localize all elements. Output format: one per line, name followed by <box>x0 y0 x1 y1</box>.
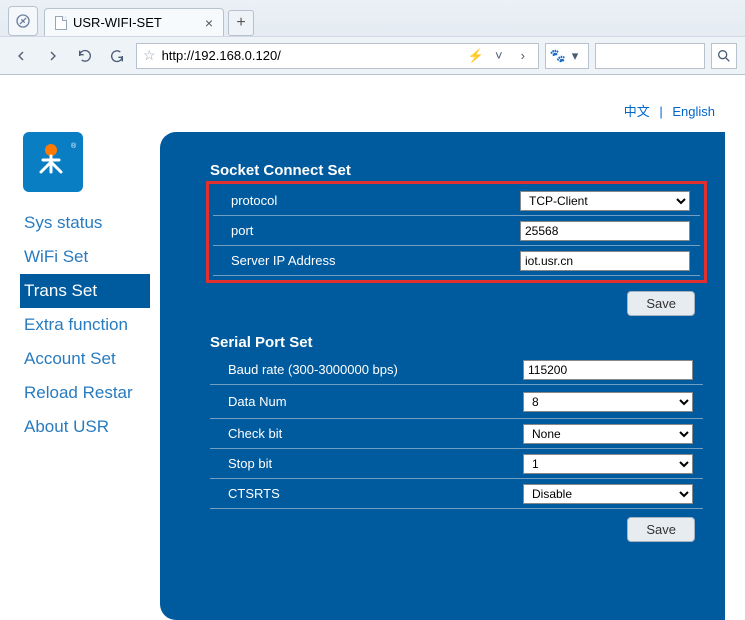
datanum-label: Data Num <box>210 394 523 409</box>
svg-text:®: ® <box>71 142 77 150</box>
lang-separator: | <box>659 104 662 119</box>
port-row: port <box>213 216 700 246</box>
page-icon <box>55 16 67 30</box>
tab-title: USR-WIFI-SET <box>73 15 162 30</box>
browser-toolbar: ☆ ⚡ ˅ › 🐾 ▾ <box>0 36 745 74</box>
brand-logo: ® <box>23 132 83 192</box>
sidebar: ® Sys status WiFi Set Trans Set Extra fu… <box>20 132 150 620</box>
sidebar-item-label: About USR <box>24 417 109 436</box>
address-bar[interactable]: ☆ ⚡ ˅ › <box>136 43 539 69</box>
server-ip-input[interactable] <box>520 251 690 271</box>
server-ip-label: Server IP Address <box>213 253 520 268</box>
sidebar-item-account-set[interactable]: Account Set <box>20 342 150 376</box>
sidebar-item-label: Trans Set <box>24 281 97 300</box>
url-go-icon[interactable]: › <box>514 43 532 69</box>
sidebar-item-label: Reload Restar <box>24 383 133 402</box>
sidebar-item-reload-restart[interactable]: Reload Restar <box>20 376 150 410</box>
new-tab-button[interactable]: + <box>228 10 254 36</box>
search-engine-dropdown-icon[interactable]: ▾ <box>566 43 584 69</box>
checkbit-label: Check bit <box>210 426 523 441</box>
datanum-select[interactable]: 8 <box>523 392 693 412</box>
url-input[interactable] <box>162 48 462 63</box>
baud-label: Baud rate (300-3000000 bps) <box>210 362 523 377</box>
serial-save-button[interactable]: Save <box>627 517 695 542</box>
sidebar-item-about-usr[interactable]: About USR <box>20 410 150 444</box>
sidebar-item-wifi-set[interactable]: WiFi Set <box>20 240 150 274</box>
protocol-label: protocol <box>213 193 520 208</box>
port-input[interactable] <box>520 221 690 241</box>
socket-section-title: Socket Connect Set <box>210 162 703 179</box>
search-box[interactable] <box>595 43 705 69</box>
sidebar-item-label: WiFi Set <box>24 247 88 266</box>
browser-chrome: USR-WIFI-SET × + ☆ ⚡ ˅ › 🐾 ▾ <box>0 0 745 75</box>
main-panel: Socket Connect Set protocol TCP-Client p… <box>160 132 725 620</box>
server-ip-row: Server IP Address <box>213 246 700 276</box>
protocol-select[interactable]: TCP-Client <box>520 191 690 211</box>
search-button[interactable] <box>711 43 737 69</box>
highlighted-socket-fields: protocol TCP-Client port Server IP Addre… <box>206 181 707 283</box>
protocol-row: protocol TCP-Client <box>213 186 700 216</box>
lang-zh-link[interactable]: 中文 <box>624 104 650 119</box>
stopbit-label: Stop bit <box>210 456 523 471</box>
checkbit-select[interactable]: None <box>523 424 693 444</box>
power-icon[interactable]: ⚡ <box>468 48 484 64</box>
sidebar-item-extra-function[interactable]: Extra function <box>20 308 150 342</box>
bookmark-star-icon[interactable]: ☆ <box>143 47 156 64</box>
sidebar-item-label: Account Set <box>24 349 116 368</box>
port-label: port <box>213 223 520 238</box>
page-body: 中文 | English ® Sys status WiFi Set Trans… <box>0 75 745 620</box>
serial-section-title: Serial Port Set <box>210 334 703 351</box>
stopbit-row: Stop bit 1 <box>210 449 703 479</box>
sidebar-item-sys-status[interactable]: Sys status <box>20 206 150 240</box>
sidebar-item-label: Extra function <box>24 315 128 334</box>
datanum-row: Data Num 8 <box>210 385 703 419</box>
forward-button[interactable] <box>40 43 66 69</box>
sidebar-item-trans-set[interactable]: Trans Set <box>20 274 150 308</box>
stopbit-select[interactable]: 1 <box>523 454 693 474</box>
checkbit-row: Check bit None <box>210 419 703 449</box>
language-switch: 中文 | English <box>10 95 735 132</box>
stop-button[interactable] <box>104 43 130 69</box>
tab-close-icon[interactable]: × <box>205 15 213 31</box>
search-engine-selector[interactable]: 🐾 ▾ <box>545 43 589 69</box>
url-dropdown-icon[interactable]: ˅ <box>490 43 508 69</box>
browser-tab[interactable]: USR-WIFI-SET × <box>44 8 224 36</box>
ctsrts-select[interactable]: Disable <box>523 484 693 504</box>
sidebar-item-label: Sys status <box>24 213 102 232</box>
ctsrts-label: CTSRTS <box>210 486 523 501</box>
tab-strip: USR-WIFI-SET × + <box>0 0 745 36</box>
browser-app-icon[interactable] <box>8 6 38 36</box>
lang-en-link[interactable]: English <box>672 104 715 119</box>
baud-row: Baud rate (300-3000000 bps) <box>210 355 703 385</box>
socket-save-button[interactable]: Save <box>627 291 695 316</box>
paw-icon: 🐾 <box>550 48 566 64</box>
reload-button[interactable] <box>72 43 98 69</box>
back-button[interactable] <box>8 43 34 69</box>
ctsrts-row: CTSRTS Disable <box>210 479 703 509</box>
baud-input[interactable] <box>523 360 693 380</box>
